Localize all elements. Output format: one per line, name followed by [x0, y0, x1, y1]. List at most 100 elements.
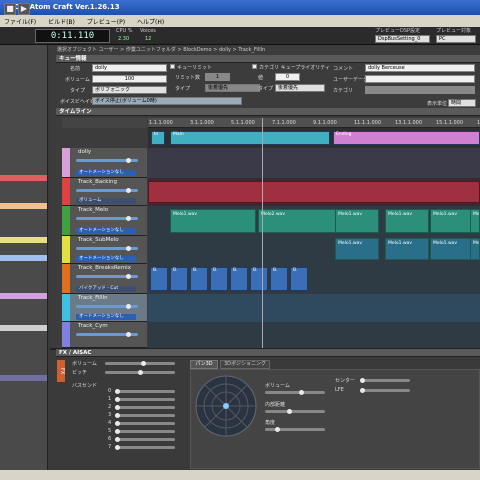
track-header-track-melo[interactable]: Track_Melo オートメーションなし — [62, 206, 147, 236]
slider-knob[interactable] — [141, 361, 146, 366]
block-ending[interactable]: Ending — [333, 131, 480, 145]
fx-header[interactable]: FX / AISAC — [56, 349, 480, 357]
track-header-track-backing[interactable]: Track_Backing ボリューム — [62, 178, 147, 206]
bus-send-slider[interactable] — [115, 397, 175, 402]
slider-knob[interactable] — [126, 304, 131, 309]
slider-knob[interactable] — [126, 332, 131, 337]
fx-pitch-slider[interactable] — [105, 370, 175, 375]
timeline-ruler[interactable]: 1.1.1.000 3.1.1.000 5.1.1.000 7.1.1.000 9.1.… — [148, 118, 480, 128]
tab-pan3d[interactable]: パン3D — [190, 360, 218, 369]
track-volume-slider[interactable] — [76, 216, 138, 221]
cue-limit-checkbox[interactable] — [170, 64, 175, 69]
bus-send-slider[interactable] — [115, 413, 175, 418]
track-header-track-cym[interactable]: Track_Cym — [62, 322, 147, 348]
track-volume-slider[interactable] — [76, 304, 138, 309]
slider-knob[interactable] — [115, 437, 120, 442]
track-parameter-select[interactable]: バイクアッド - Cut — [76, 286, 136, 292]
limit-count-field[interactable]: 1 — [205, 73, 230, 81]
track-header-dolly[interactable]: dolly オートメーションなし — [62, 148, 147, 178]
waveform-melo[interactable]: Melo1.wav — [385, 209, 429, 233]
track-volume-slider[interactable] — [76, 188, 138, 193]
limit-type-select[interactable]: 後着優先 — [205, 84, 260, 92]
waveform-breaks[interactable]: B. — [270, 267, 288, 291]
tree-item[interactable] — [0, 375, 47, 381]
slider-knob[interactable] — [115, 429, 120, 434]
waveform-submelo[interactable]: Melo1.wav — [470, 238, 480, 260]
slider-knob[interactable] — [360, 388, 365, 393]
slider-knob[interactable] — [115, 397, 120, 402]
name-field[interactable]: dolly — [92, 64, 167, 72]
automation-select[interactable]: オートメーションなし — [76, 170, 136, 176]
waveform-melo[interactable]: Melo1.wav — [470, 209, 480, 233]
track-header-track-submelo[interactable]: Track_SubMelo オートメーションなし — [62, 236, 147, 264]
waveform-melo[interactable]: Melo2.wav — [258, 209, 344, 233]
slider-knob[interactable] — [126, 216, 131, 221]
automation-select[interactable]: オートメーションなし — [76, 228, 136, 234]
internal-distance-slider[interactable] — [265, 409, 325, 414]
lfe-slider[interactable] — [360, 388, 410, 393]
bus-send-slider[interactable] — [115, 437, 175, 442]
block-in[interactable]: In — [151, 131, 165, 145]
waveform-breaks[interactable]: B. — [190, 267, 208, 291]
priority-value-field[interactable]: 0 — [275, 73, 300, 81]
tree-item[interactable] — [0, 293, 47, 299]
bus-send-slider[interactable] — [115, 389, 175, 394]
play-button[interactable]: ▶ — [18, 3, 30, 15]
waveform-breaks[interactable]: B. — [170, 267, 188, 291]
slider-knob[interactable] — [115, 389, 120, 394]
lane-cym[interactable] — [148, 322, 480, 348]
tab-3d-positioning[interactable]: 3Dポジショニング — [220, 360, 270, 369]
tree-item[interactable] — [0, 325, 47, 331]
bus-send-slider[interactable] — [115, 445, 175, 450]
priority-type-select[interactable]: 後着優先 — [275, 84, 325, 92]
waveform-submelo[interactable]: Melo1.wav — [430, 238, 474, 260]
waveform-breaks[interactable]: B. — [210, 267, 228, 291]
fx-volume-slider[interactable] — [105, 361, 175, 366]
fx-side-tab[interactable]: FX — [57, 360, 65, 382]
lane-backing[interactable] — [148, 178, 480, 206]
tree-item[interactable] — [0, 175, 47, 181]
slider-knob[interactable] — [126, 246, 131, 251]
bus-send-slider[interactable] — [115, 421, 175, 426]
menu-preview[interactable]: プレビュー(P) — [83, 15, 131, 26]
bus-send-slider[interactable] — [115, 429, 175, 434]
waveform-breaks[interactable]: B. — [230, 267, 248, 291]
slider-knob[interactable] — [126, 274, 131, 279]
category-priority-checkbox[interactable] — [252, 64, 257, 69]
slider-knob[interactable] — [286, 409, 292, 414]
menu-help[interactable]: ヘルプ(H) — [133, 15, 170, 26]
track-header-track-breaksremix[interactable]: Track_BreaksRemix バイクアッド - Cut — [62, 264, 147, 294]
automation-select[interactable]: オートメーションなし — [76, 314, 136, 320]
preview-target-select[interactable]: PC — [436, 35, 476, 43]
cue-section-header[interactable]: キュー情報 — [56, 55, 480, 63]
stop-button[interactable]: ■ — [4, 3, 16, 15]
slider-knob[interactable] — [126, 188, 131, 193]
track-parameter-select[interactable]: ボリューム — [76, 198, 136, 204]
pan-circle[interactable] — [195, 375, 257, 437]
voice-behavior-select[interactable]: ボイス停止(ボリューム0時) — [92, 97, 242, 105]
display-unit-select[interactable]: 時間 — [448, 99, 476, 107]
timeline-header[interactable]: タイムライン — [56, 108, 480, 116]
track-volume-slider[interactable] — [76, 246, 138, 251]
waveform-submelo[interactable]: Melo1.wav — [385, 238, 429, 260]
waveform-melo[interactable]: Melo1.wav — [430, 209, 474, 233]
waveform-breaks[interactable]: B. — [290, 267, 308, 291]
waveform-submelo[interactable]: Melo1.wav — [335, 238, 379, 260]
slider-knob[interactable] — [126, 158, 131, 163]
track-volume-slider[interactable] — [76, 274, 138, 279]
waveform-breaks[interactable]: B. — [250, 267, 268, 291]
slider-knob[interactable] — [115, 405, 120, 410]
block-main[interactable]: Main — [170, 131, 330, 145]
playhead[interactable] — [262, 118, 263, 348]
track-header-track-fillin[interactable]: Track_FillIn オートメーションなし — [62, 294, 147, 322]
slider-knob[interactable] — [115, 421, 120, 426]
automation-select[interactable]: オートメーションなし — [76, 256, 136, 262]
bus-setting-select[interactable]: DspBusSetting_0 — [375, 35, 430, 43]
center-slider[interactable] — [360, 378, 410, 383]
track-volume-slider[interactable] — [76, 158, 138, 163]
tree-item[interactable] — [0, 203, 47, 209]
menu-file[interactable]: ファイル(F) — [0, 15, 42, 26]
slider-knob[interactable] — [115, 445, 120, 450]
comment-field[interactable]: dolly Berceuse — [365, 64, 475, 72]
waveform-breaks[interactable]: B. — [150, 267, 168, 291]
